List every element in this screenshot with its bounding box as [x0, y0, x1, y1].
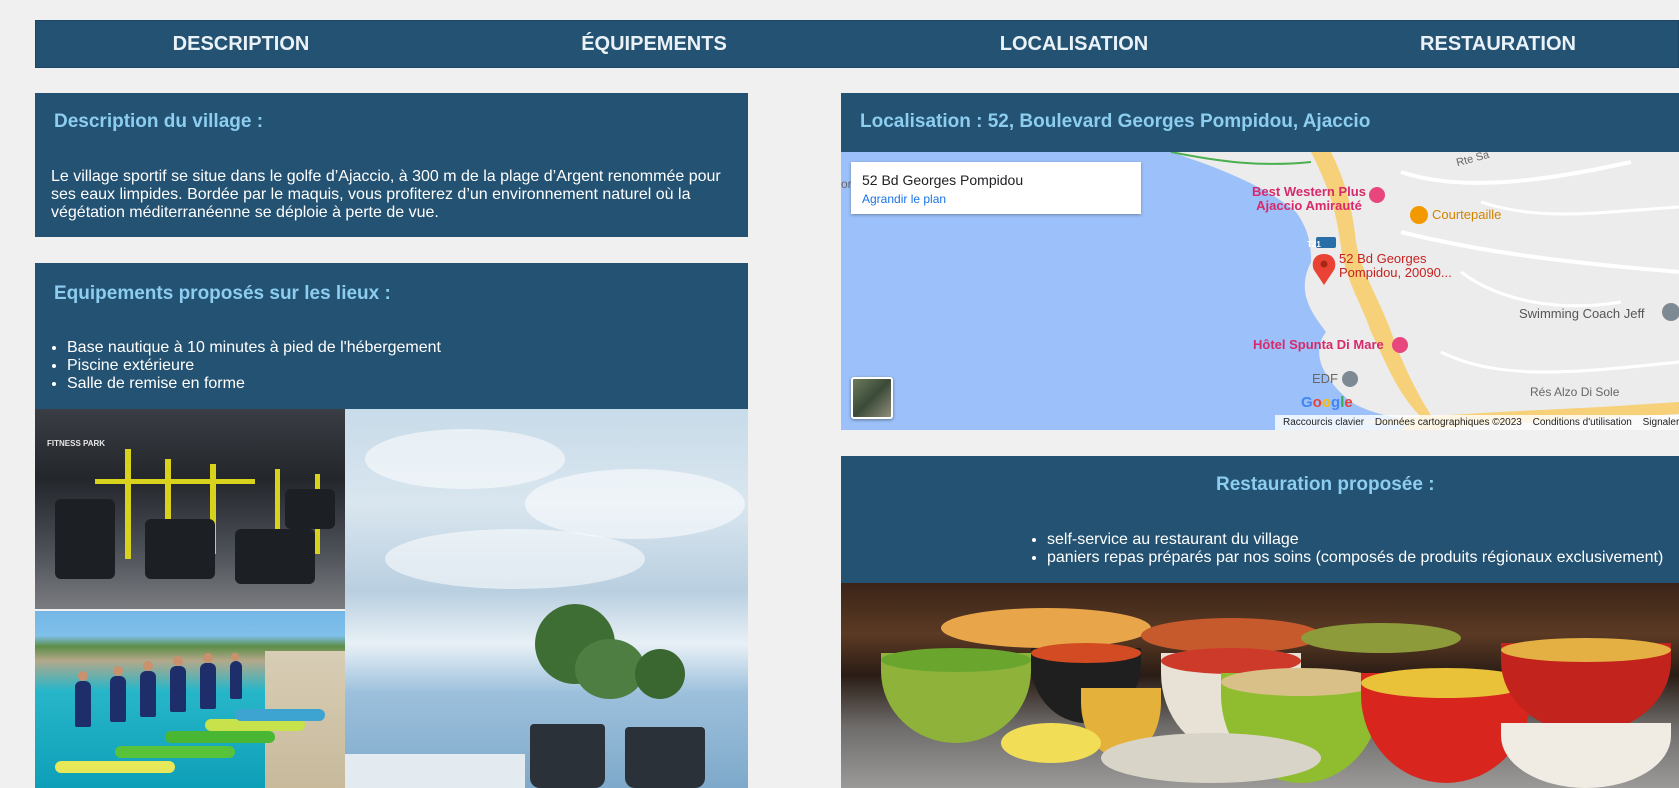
jetski-photo [35, 611, 345, 788]
map-terms-link[interactable]: Conditions d'utilisation [1533, 417, 1632, 428]
nav-restauration[interactable]: RESTAURATION [1420, 21, 1576, 67]
map-poi-edf[interactable]: EDF [1312, 372, 1338, 386]
map-poi-swimming[interactable]: Swimming Coach Jeff [1519, 307, 1644, 321]
equipements-section: Equipements proposés sur les lieux : Bas… [35, 263, 748, 409]
gym-photo: FITNESS PARK [35, 409, 345, 609]
nav-localisation[interactable]: LOCALISATION [1000, 21, 1149, 67]
buffet-photo [841, 583, 1679, 788]
gym-sign: FITNESS PARK [47, 439, 106, 448]
google-map[interactable]: T21 52 Bd Georges Pompidou, 20090... Bes… [841, 152, 1679, 430]
map-attribution: Raccourcis clavier Données cartographiqu… [1275, 415, 1679, 430]
map-road-label: T21 [1307, 240, 1321, 249]
map-enlarge-link[interactable]: Agrandir le plan [862, 192, 946, 206]
list-item: Piscine extérieure [67, 357, 441, 375]
map-road-label: Rés Alzo Di Sole [1530, 385, 1620, 399]
map-pin-label: 52 Bd Georges Pompidou, 20090... [1339, 251, 1452, 280]
map-place-card: 52 Bd Georges Pompidou Agrandir le plan [851, 162, 1141, 214]
sea-terrace-photo [345, 409, 748, 788]
map-poi-best-western[interactable]: Best Western Plus Ajaccio Amirauté [1249, 185, 1369, 213]
list-item: Salle de remise en forme [67, 375, 441, 393]
restauration-section: Restauration proposée : self-service au … [841, 456, 1679, 583]
map-satellite-toggle[interactable] [851, 377, 893, 419]
map-data-credit: Données cartographiques ©2023 [1374, 417, 1522, 428]
equipements-title: Equipements proposés sur les lieux : [54, 283, 391, 304]
localisation-section: Localisation : 52, Boulevard Georges Pom… [841, 93, 1679, 152]
restauration-title: Restauration proposée : [1216, 474, 1435, 495]
restauration-list: self-service au restaurant du village pa… [1015, 531, 1663, 567]
description-text: Le village sportif se situe dans le golf… [51, 168, 721, 221]
nav-equipements[interactable]: ÉQUIPEMENTS [581, 21, 727, 67]
list-item: paniers repas préparés par nos soins (co… [1047, 549, 1663, 567]
nav-description[interactable]: DESCRIPTION [173, 21, 310, 67]
top-navigation: DESCRIPTION ÉQUIPEMENTS LOCALISATION RES… [35, 20, 1679, 68]
google-logo: Google [1301, 394, 1353, 411]
map-report-link[interactable]: Signaler [1643, 417, 1679, 428]
map-keyboard-shortcuts[interactable]: Raccourcis clavier [1283, 417, 1364, 428]
localisation-title: Localisation : 52, Boulevard Georges Pom… [860, 111, 1371, 132]
map-poi-spunta[interactable]: Hôtel Spunta Di Mare [1253, 338, 1384, 352]
map-poi-courtepaille[interactable]: Courtepaille [1432, 208, 1501, 222]
list-item: self-service au restaurant du village [1047, 531, 1663, 549]
list-item: Base nautique à 10 minutes à pied de l'h… [67, 339, 441, 357]
description-section: Description du village : Le village spor… [35, 93, 748, 237]
map-place-title: 52 Bd Georges Pompidou [862, 172, 1024, 188]
equipements-list: Base nautique à 10 minutes à pied de l'h… [35, 339, 441, 393]
description-title: Description du village : [54, 111, 264, 132]
